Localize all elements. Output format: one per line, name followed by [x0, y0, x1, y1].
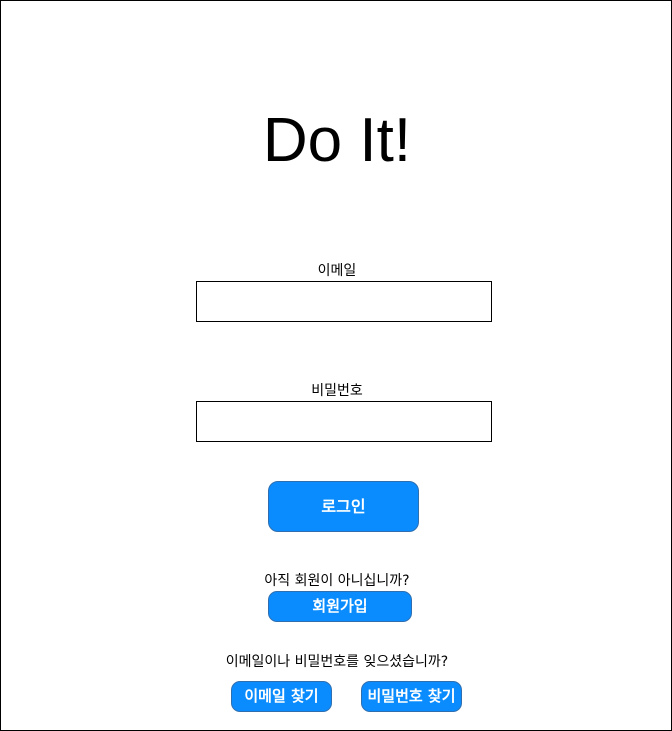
login-button[interactable]: 로그인 — [268, 481, 419, 532]
email-label: 이메일 — [317, 263, 357, 279]
password-label: 비밀번호 — [311, 383, 363, 399]
password-field[interactable] — [196, 401, 492, 442]
email-field[interactable] — [196, 281, 492, 322]
app-title: Do It! — [262, 106, 412, 175]
find-password-button[interactable]: 비밀번호 찾기 — [361, 681, 462, 712]
signup-button[interactable]: 회원가입 — [268, 591, 412, 622]
login-screen: Do It! 이메일 비밀번호 로그인 아직 회원이 아니십니까? 회원가입 이… — [0, 0, 672, 731]
recovery-prompt: 이메일이나 비밀번호를 잊으셨습니까? — [225, 654, 449, 670]
find-email-button[interactable]: 이메일 찾기 — [231, 681, 332, 712]
signup-prompt: 아직 회원이 아니십니까? — [264, 573, 410, 589]
